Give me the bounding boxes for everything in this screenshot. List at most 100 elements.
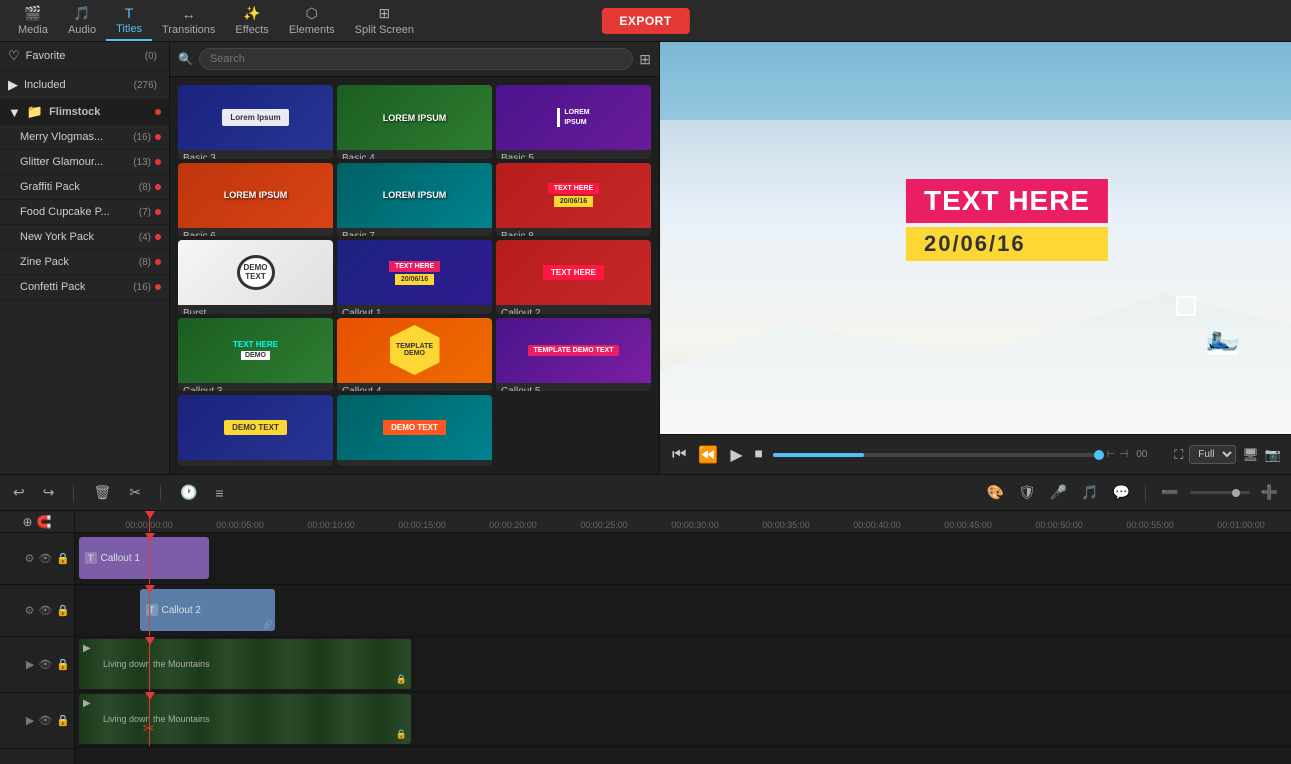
track1-eye-icon[interactable]: 👁 [38,552,52,565]
video-clip-2[interactable]: ▶ Living down the Mountains 🔒 [79,694,411,744]
title-card-callout1[interactable]: TEXT HERE 20/06/16 Callout 1 [337,240,492,314]
title-card-callout4[interactable]: TEMPLATEDEMO Callout 4 [337,318,492,392]
step-back-button[interactable]: ⏪ [696,443,720,467]
nav-effects[interactable]: ✨ Effects [225,1,278,40]
sidebar-item-confetti-pack[interactable]: Confetti Pack (16) [0,275,169,300]
titles-grid: Lorem Ipsum Basic 3 LOREM IPSUM Basic 4 … [170,77,659,474]
zoom-out-button[interactable]: ➖ [1158,481,1181,504]
toolbar-right: 🎨 🛡 🎤 🎵 💬 ➖ ➕ [984,481,1281,504]
clip-text-icon-2: T [146,604,158,616]
title-card-basic3[interactable]: Lorem Ipsum Basic 3 [178,85,333,159]
sidebar-item-merry-vlogmas[interactable]: Merry Vlogmas... (16) [0,125,169,150]
callout1-clip[interactable]: T Callout 1 [79,537,209,579]
play-button[interactable]: ▶ [728,443,744,467]
redo-button[interactable]: ↪ [40,481,58,504]
title-overlay: TEXT HERE 20/06/16 [906,179,1108,261]
track3-lock-icon[interactable]: 🔒 [56,658,70,671]
sidebar-item-glitter-glamour[interactable]: Glitter Glamour... (13) [0,150,169,175]
text-track-content-2: T Callout 2 🔗 [75,585,1291,636]
title-card-basic6[interactable]: LOREM IPSUM Basic 6 [178,163,333,237]
playhead-track1 [149,533,150,584]
undo-button[interactable]: ↩ [10,481,28,504]
sidebar-item-zine-pack[interactable]: Zine Pack (8) [0,250,169,275]
zoom-in-button[interactable]: ➕ [1258,481,1281,504]
sidebar-item-flimstock[interactable]: ▼ 📁 Flimstock [0,100,169,125]
track3-play-icon[interactable]: ▶ [26,658,34,671]
color-grade-button[interactable]: 🎨 [984,481,1007,504]
thumb-callout4: TEMPLATEDEMO [337,318,492,383]
timeline-tools: ⊕ 🧲 [0,511,74,533]
stop-button[interactable]: ⏹ [753,444,765,466]
nav-elements[interactable]: ⬡ Elements [279,1,345,40]
snapshot-button[interactable]: 📷 [1265,447,1281,463]
title-card-basic7[interactable]: LOREM IPSUM Basic 7 [337,163,492,237]
title-card-callout2[interactable]: TEXT HERE Callout 2 [496,240,651,314]
title-card-basic8[interactable]: TEXT HERE 20/06/16 Basic 8 [496,163,651,237]
fullscreen-button[interactable]: ⛶ [1174,447,1183,463]
zine-pack-dot [155,259,161,265]
quality-select[interactable]: Full 1/2 1/4 [1189,445,1236,464]
thumb-burst: DEMOTEXT [178,240,333,305]
history-button[interactable]: 🕐 [177,481,200,504]
nav-audio[interactable]: 🎵 Audio [58,1,106,40]
nav-transitions[interactable]: ↔ Transitions [152,2,225,40]
track4-eye-icon[interactable]: 👁 [38,714,52,727]
callout2-clip[interactable]: T Callout 2 🔗 [140,589,275,631]
track1-lock-icon[interactable]: 🔒 [56,552,70,565]
title-card-more2[interactable]: DEMO TEXT [337,395,492,466]
mic-button[interactable]: 🎤 [1047,481,1070,504]
playback-thumb [1094,450,1104,460]
in-out-markers: ⊢ ⊣ [1107,449,1128,460]
track2-eye-icon[interactable]: 👁 [38,604,52,617]
thumb-basic8: TEXT HERE 20/06/16 [496,163,651,228]
skip-back-button[interactable]: ⏮ [670,444,688,466]
video-clip-1[interactable]: ▶ Living down the Mountains 🔒 [79,639,411,689]
monitor-button[interactable]: 🖥 [1242,447,1259,463]
sidebar-item-favorite[interactable]: ♡ Favorite (0) [0,42,169,71]
subtitle-button[interactable]: 💬 [1110,481,1133,504]
grid-view-button[interactable]: ⊞ [639,51,651,68]
track2-settings-icon[interactable]: ⚙ [24,604,34,617]
time-mark-7: 00:00:35:00 [762,520,810,530]
sidebar-item-new-york-pack[interactable]: New York Pack (4) [0,225,169,250]
thumb-callout1: TEXT HERE 20/06/16 [337,240,492,305]
search-input[interactable] [199,48,633,70]
search-bar: 🔍 ⊞ [170,42,659,77]
magnet-button[interactable]: 🧲 [37,515,52,529]
track4-play-icon[interactable]: ▶ [26,714,34,727]
export-button[interactable]: EXPORT [601,8,689,34]
audio-icon: 🎵 [73,5,90,22]
cut-button[interactable]: ✂ [126,481,144,504]
stabilize-button[interactable]: 🛡 [1015,481,1039,504]
delete-button[interactable]: 🗑 [90,481,114,504]
zoom-slider[interactable] [1190,491,1250,494]
resize-handle[interactable] [1176,296,1196,316]
title-card-basic5[interactable]: LOREMIPSUM Basic 5 [496,85,651,159]
nav-media[interactable]: 🎬 Media [8,1,58,40]
split-screen-icon: ⊞ [378,5,390,22]
preview-panel: TEXT HERE 20/06/16 🎿 ⏮ ⏪ ▶ ⏹ ⊢ [660,42,1291,474]
title-card-more1[interactable]: DEMO TEXT [178,395,333,466]
track3-eye-icon[interactable]: 👁 [38,658,52,671]
text-track-content-1: T Callout 1 [75,533,1291,584]
nav-split-screen[interactable]: ⊞ Split Screen [345,1,424,40]
nav-titles[interactable]: T Titles [106,1,152,41]
playback-slider[interactable] [773,453,1099,457]
track-label-text1: ⚙ 👁 🔒 [0,533,74,585]
title-card-callout3[interactable]: TEXT HERE DEMO Callout 3 [178,318,333,392]
add-track-button[interactable]: ⊕ [22,515,32,529]
timeline-content: ⊕ 🧲 ⚙ 👁 🔒 ⚙ 👁 🔒 ▶ 👁 🔒 ▶ 👁 [0,511,1291,764]
adjust-button[interactable]: ≡ [212,482,226,504]
title-card-callout5[interactable]: TEMPLATE DEMO TEXT Callout 5 [496,318,651,392]
track1-settings-icon[interactable]: ⚙ [24,552,34,565]
title-card-basic4[interactable]: LOREM IPSUM Basic 4 [337,85,492,159]
audio-button[interactable]: 🎵 [1078,481,1101,504]
title-card-burst[interactable]: DEMOTEXT Burst [178,240,333,314]
playhead [149,511,150,532]
track4-lock-icon[interactable]: 🔒 [56,714,70,727]
track2-lock-icon[interactable]: 🔒 [56,604,70,617]
sidebar-item-included[interactable]: ▶ Included (276) [0,71,169,100]
thumb-basic5: LOREMIPSUM [496,85,651,150]
sidebar-item-food-cupcake[interactable]: Food Cupcake P... (7) [0,200,169,225]
sidebar-item-graffiti-pack[interactable]: Graffiti Pack (8) [0,175,169,200]
